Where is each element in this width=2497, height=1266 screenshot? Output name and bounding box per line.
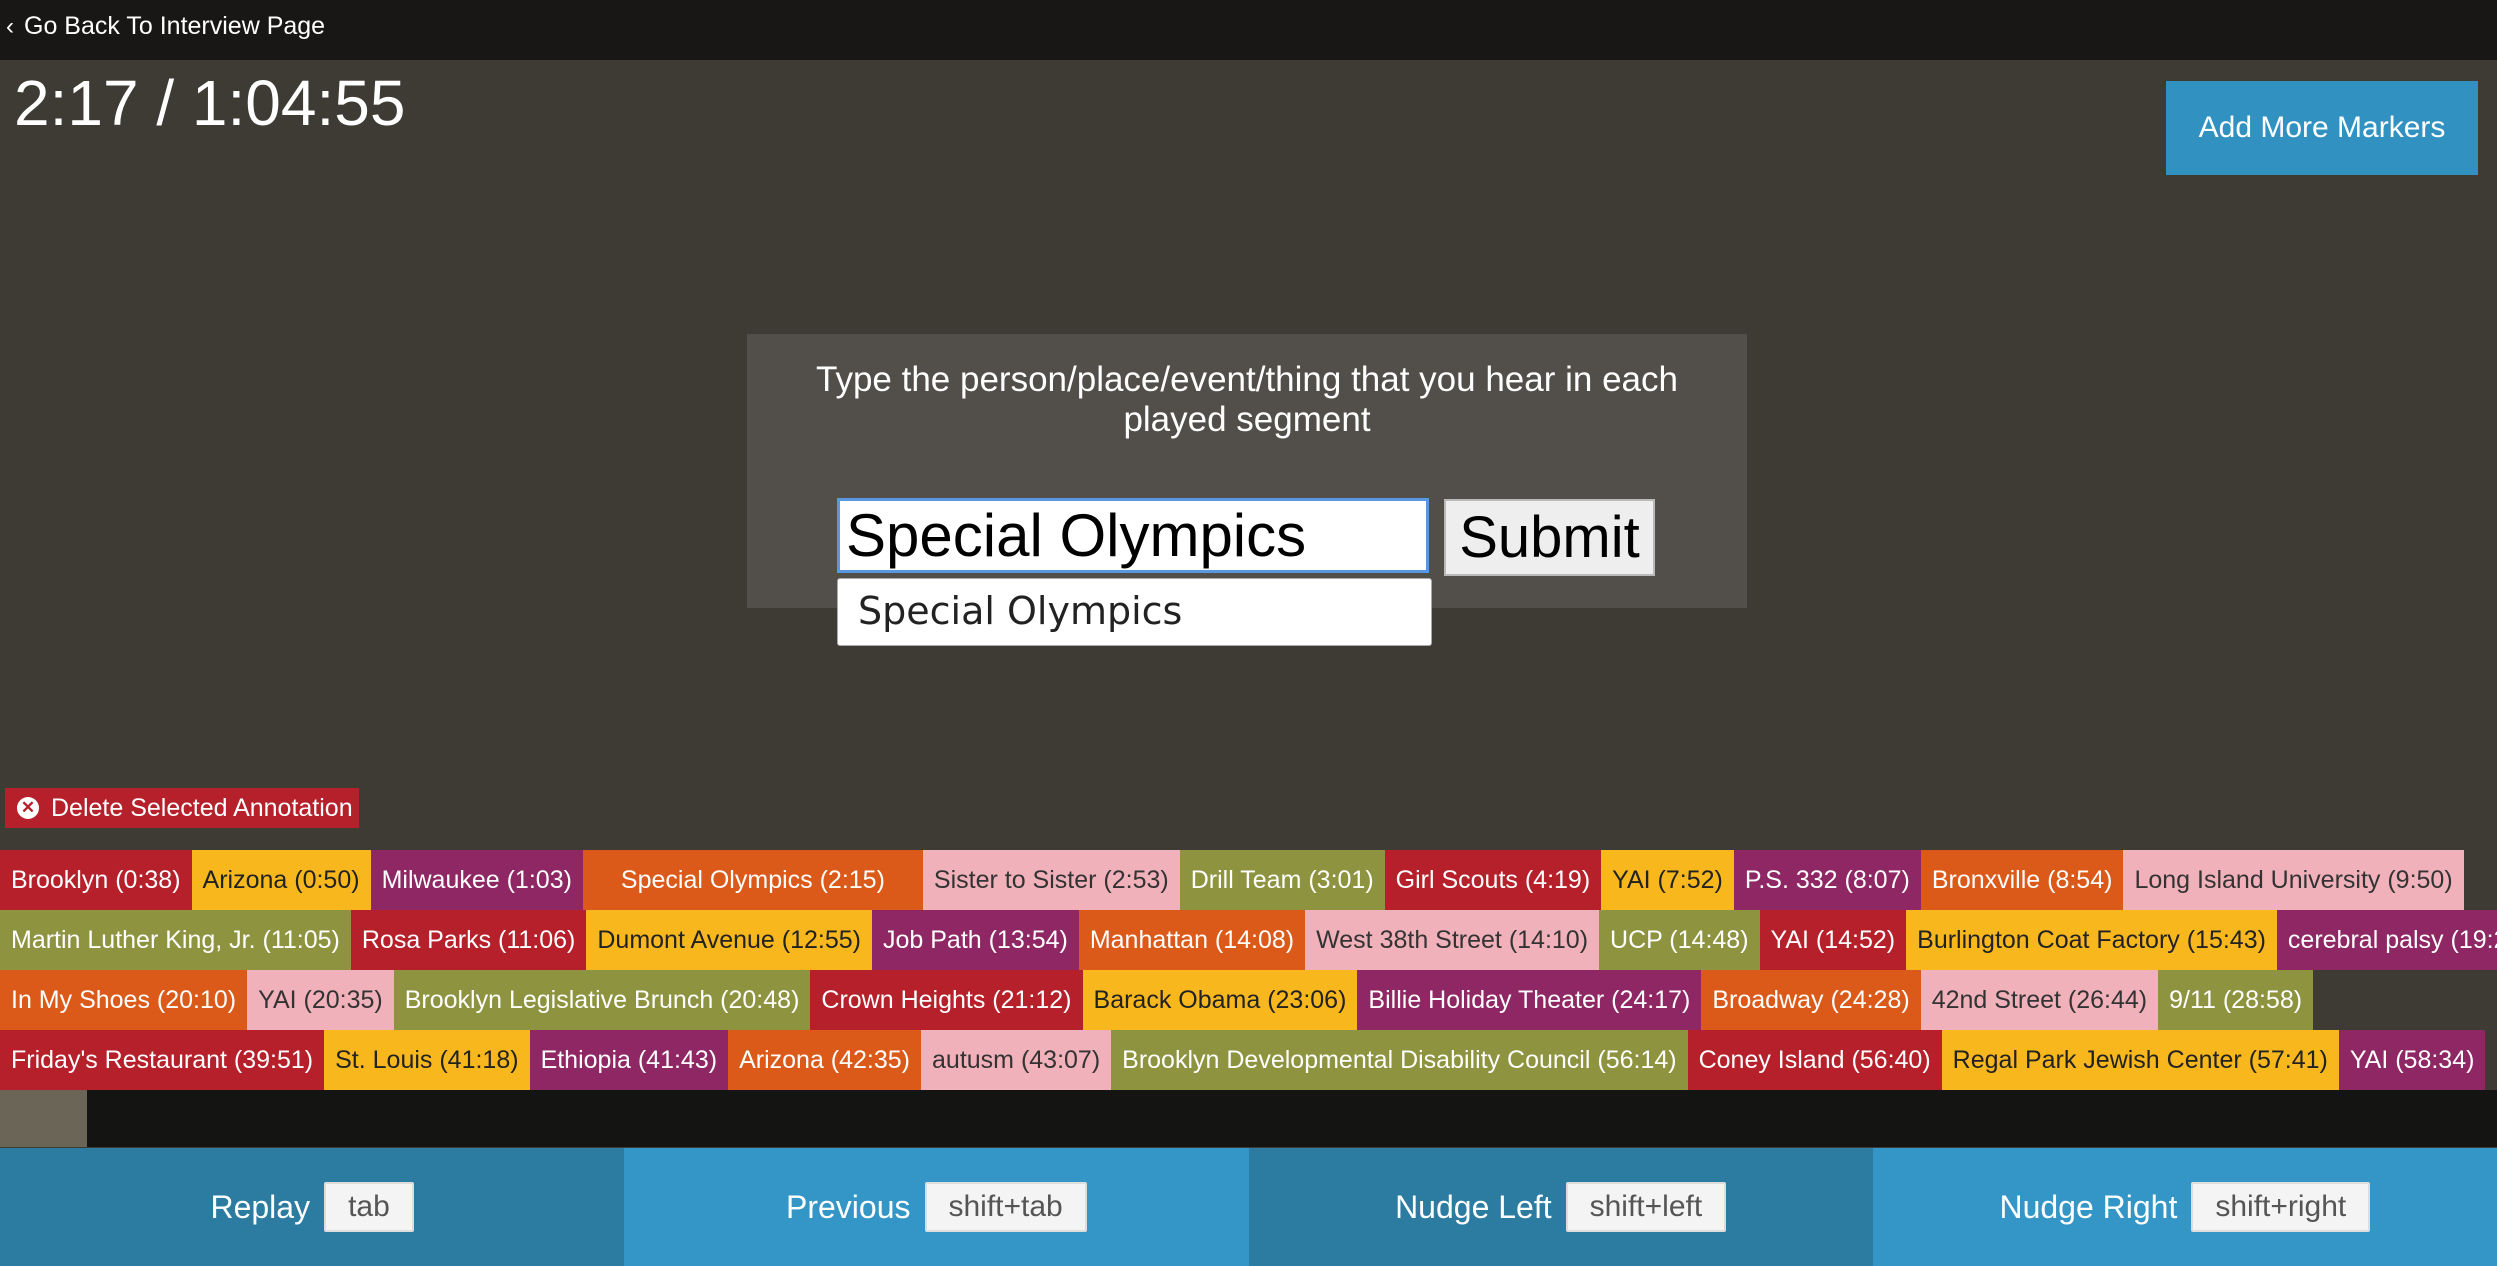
annotation-row: In My Shoes (20:10) YAI (20:35) Brooklyn L… — [0, 970, 2314, 1030]
annotation-chip[interactable]: 9/11 (28:58) — [2158, 970, 2314, 1030]
annotation-chip[interactable]: Dumont Avenue (12:55) — [586, 910, 872, 970]
nudge-left-key-hint: shift+left — [1565, 1182, 1727, 1232]
annotation-chip[interactable]: Arizona (0:50) — [191, 850, 371, 910]
annotation-chip[interactable]: autusm (43:07) — [921, 1030, 1112, 1090]
replay-key-hint: tab — [324, 1182, 414, 1232]
back-to-interview-link[interactable]: ‹ Go Back To Interview Page — [6, 12, 325, 41]
autocomplete-dropdown: Special Olympics — [837, 578, 1432, 646]
playback-progress[interactable] — [0, 1090, 2497, 1147]
annotation-chip[interactable]: YAI (14:52) — [1759, 910, 1907, 970]
top-bar: ‹ Go Back To Interview Page — [0, 0, 2497, 60]
annotation-chip[interactable]: Rosa Parks (11:06) — [350, 910, 587, 970]
previous-button[interactable]: Previous shift+tab — [624, 1148, 1249, 1266]
annotation-row: Brooklyn (0:38) Arizona (0:50) Milwaukee (… — [0, 850, 2464, 910]
annotation-chip[interactable]: Coney Island (56:40) — [1687, 1030, 1942, 1090]
annotation-chip[interactable]: Barack Obama (23:06) — [1082, 970, 1358, 1030]
progress-fill — [0, 1090, 88, 1147]
annotation-chip[interactable]: Regal Park Jewish Center (57:41) — [1941, 1030, 2339, 1090]
annotation-chip[interactable]: Special Olympics (2:15) — [582, 850, 923, 910]
annotation-chip[interactable]: Long Island University (9:50) — [2123, 850, 2464, 910]
chevron-left-icon: ‹ — [6, 12, 14, 40]
annotation-row: Friday's Restaurant (39:51) St. Louis (41… — [0, 1030, 2486, 1090]
prompt-line-2: played segment — [1123, 400, 1371, 439]
annotation-chip[interactable]: In My Shoes (20:10) — [0, 970, 248, 1030]
annotation-chip[interactable]: Milwaukee (1:03) — [370, 850, 583, 910]
nudge-right-key-hint: shift+right — [2191, 1182, 2371, 1232]
delete-annotation-button[interactable]: ✕ Delete Selected Annotation — [5, 788, 359, 828]
annotation-chip[interactable]: Billie Holiday Theater (24:17) — [1357, 970, 1702, 1030]
annotation-chip[interactable]: Crown Heights (21:12) — [810, 970, 1083, 1030]
annotation-chip[interactable]: YAI (7:52) — [1601, 850, 1734, 910]
control-bar: Replay tab Previous shift+tab Nudge Left… — [0, 1148, 2497, 1266]
annotation-chip[interactable]: P.S. 332 (8:07) — [1733, 850, 1921, 910]
autocomplete-option[interactable]: Special Olympics — [858, 589, 1182, 633]
annotation-chip[interactable]: Bronxville (8:54) — [1920, 850, 2124, 910]
annotation-chip[interactable]: 42nd Street (26:44) — [1920, 970, 2159, 1030]
annotation-chip[interactable]: West 38th Street (14:10) — [1305, 910, 1600, 970]
prompt-instruction: Type the person/place/event/thing that y… — [747, 360, 1747, 440]
annotation-chip[interactable]: Arizona (42:35) — [728, 1030, 922, 1090]
add-more-markers-button[interactable]: Add More Markers — [2166, 81, 2478, 175]
annotation-chip[interactable]: Ethiopia (41:43) — [529, 1030, 729, 1090]
annotation-chip[interactable]: UCP (14:48) — [1599, 910, 1760, 970]
annotation-chip[interactable]: Burlington Coat Factory (15:43) — [1906, 910, 2277, 970]
replay-button[interactable]: Replay tab — [0, 1148, 625, 1266]
submit-button[interactable]: Submit — [1444, 499, 1655, 576]
annotation-chip[interactable]: Girl Scouts (4:19) — [1384, 850, 1602, 910]
annotation-row: Martin Luther King, Jr. (11:05) Rosa Park… — [0, 910, 2497, 970]
annotation-chip[interactable]: Broadway (24:28) — [1701, 970, 1921, 1030]
annotation-chip[interactable]: Brooklyn Developmental Disability Counci… — [1111, 1030, 1688, 1090]
nudge-right-label: Nudge Right — [1999, 1188, 2178, 1225]
nudge-right-button[interactable]: Nudge Right shift+right — [1872, 1148, 2497, 1266]
previous-key-hint: shift+tab — [924, 1182, 1087, 1232]
nudge-left-button[interactable]: Nudge Left shift+left — [1248, 1148, 1873, 1266]
annotation-input[interactable] — [837, 498, 1429, 573]
annotation-chip[interactable]: Martin Luther King, Jr. (11:05) — [0, 910, 351, 970]
close-circle-icon: ✕ — [17, 797, 39, 819]
annotation-chip[interactable]: Friday's Restaurant (39:51) — [0, 1030, 325, 1090]
delete-annotation-label: Delete Selected Annotation — [51, 793, 353, 822]
annotation-chip[interactable]: Brooklyn (0:38) — [0, 850, 192, 910]
annotation-chip[interactable]: cerebral palsy (19:20) — [2276, 910, 2497, 970]
back-link-label: Go Back To Interview Page — [24, 12, 326, 40]
annotation-chip[interactable]: Brooklyn Legislative Brunch (20:48) — [393, 970, 811, 1030]
annotation-chip[interactable]: YAI (58:34) — [2338, 1030, 2486, 1090]
annotation-chip[interactable]: Drill Team (3:01) — [1179, 850, 1385, 910]
nudge-left-label: Nudge Left — [1395, 1188, 1552, 1225]
annotation-chip[interactable]: YAI (20:35) — [247, 970, 394, 1030]
annotation-chip[interactable]: Job Path (13:54) — [871, 910, 1079, 970]
replay-label: Replay — [210, 1188, 311, 1225]
prompt-line-1: Type the person/place/event/thing that y… — [816, 360, 1678, 399]
annotation-chip[interactable]: Manhattan (14:08) — [1078, 910, 1306, 970]
annotation-chip[interactable]: St. Louis (41:18) — [324, 1030, 530, 1090]
previous-label: Previous — [786, 1188, 911, 1225]
time-display: 2:17 / 1:04:55 — [14, 67, 406, 139]
annotation-chip[interactable]: Sister to Sister (2:53) — [922, 850, 1180, 910]
